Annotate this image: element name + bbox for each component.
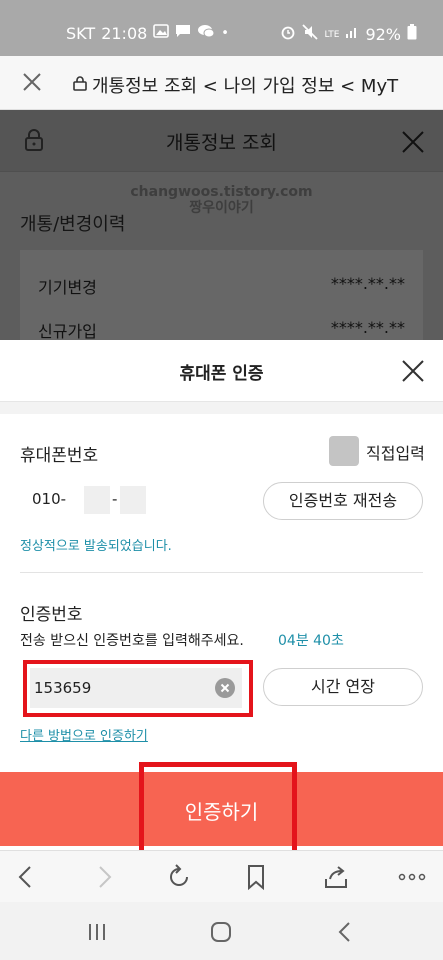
alternate-verification-link[interactable]: 다른 방법으로 인증하기 [20,725,148,744]
phone-number-masked-middle [84,486,110,514]
status-right: LTE 92% [280,24,417,45]
sheet-title: 휴대폰 인증 [179,364,264,384]
highlight-box-submit [139,762,297,856]
close-icon[interactable] [401,359,425,383]
system-navigation-bar [0,902,443,960]
battery-icon [407,24,417,45]
nav-back-icon[interactable] [332,919,358,945]
phone-number-masked-last [120,486,146,514]
notification-dot-icon: • [221,25,229,41]
battery-level: 92% [365,25,401,44]
alarm-icon [280,24,296,45]
history-row: 기기변경 ****.**.** [38,274,405,298]
watermark-url: changwoos.tistory.com [130,184,313,200]
resend-code-button[interactable]: 인증번호 재전송 [263,482,423,520]
history-row-value: ****.**.** [330,318,405,337]
close-tab-icon[interactable] [20,70,44,94]
background-page-overlay: 개통정보 조회 changwoos.tistory.com 짱우이야기 개통/변… [0,110,443,340]
lock-icon [73,75,87,91]
background-page-header: 개통정보 조회 [0,110,443,172]
history-row-label: 신규가입 [38,322,97,340]
back-icon[interactable] [12,863,40,891]
section-divider [20,572,423,573]
clock: 21:08 [101,24,148,43]
chat-icon [197,24,215,43]
phone-number-dash: - [112,490,118,508]
home-icon[interactable] [208,919,234,945]
history-row: 신규가입 ****.**.** [38,318,405,340]
phone-number-label: 휴대폰번호 [20,446,99,466]
background-page-title: 개통정보 조회 [166,132,277,154]
sheet-header: 휴대폰 인증 [0,340,443,402]
mute-icon [302,24,319,45]
background-section-title: 개통/변경이력 [20,214,126,235]
history-table: 기기변경 ****.**.** 신규가입 ****.**.** [20,250,423,340]
gallery-icon [153,24,170,43]
direct-input-checkbox[interactable] [329,436,359,466]
direct-input-label[interactable]: 직접입력 [366,440,425,464]
code-label: 인증번호 [20,605,83,625]
code-hint: 전송 받으신 인증번호를 입력해주세요. [20,633,244,649]
bookmark-icon[interactable] [242,863,270,891]
more-icon[interactable] [398,863,426,891]
countdown-timer: 04분 40초 [278,633,344,649]
recent-apps-icon[interactable] [84,919,110,945]
reload-icon[interactable] [165,863,193,891]
signal-icon [345,25,359,44]
extend-time-button[interactable]: 시간 연장 [263,668,423,706]
network-type: LTE [324,29,340,40]
history-row-label: 기기변경 [38,278,97,297]
sent-status-message: 정상적으로 발송되었습니다. [20,539,172,554]
browser-address-bar: 개통정보 조회 < 나의 가입 정보 < MyT [0,56,443,110]
phone-number-prefix: 010- [32,490,67,508]
message-icon [175,24,191,43]
share-icon[interactable] [322,863,350,891]
highlight-box-code [23,660,253,717]
forward-icon[interactable] [90,863,118,891]
status-bar: SKT 21:08 • LTE 92% [0,0,443,56]
carrier: SKT [66,24,96,43]
browser-toolbar [0,850,443,902]
status-left: SKT 21:08 • [66,24,229,43]
close-icon [401,130,425,154]
page-url-title[interactable]: 개통정보 조회 < 나의 가입 정보 < MyT [92,72,398,98]
history-row-value: ****.**.** [330,274,405,293]
sheet-divider [0,402,443,414]
